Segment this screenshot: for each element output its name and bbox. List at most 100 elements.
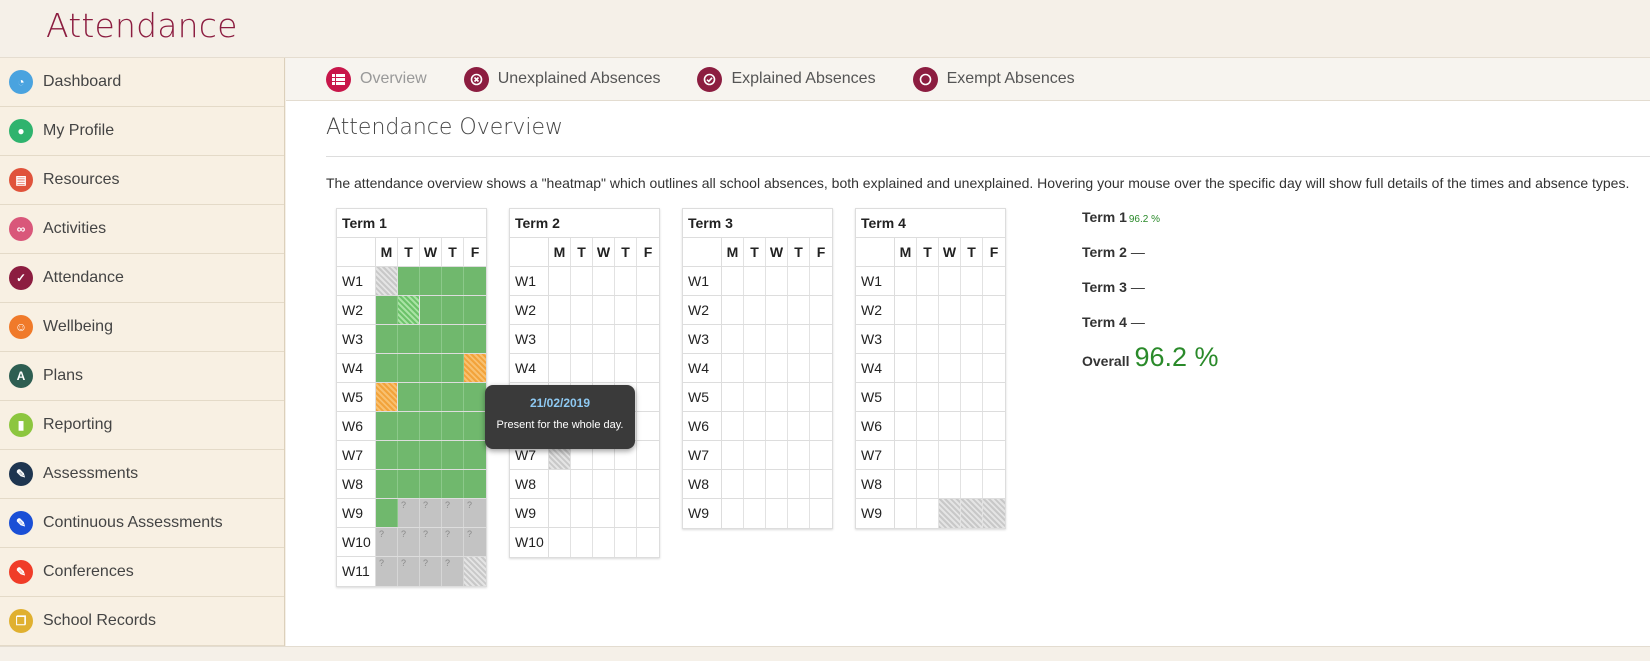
- hatched-cell[interactable]: [961, 499, 983, 528]
- present-cell[interactable]: [420, 383, 442, 411]
- present-cell[interactable]: [442, 296, 464, 324]
- present-cell[interactable]: [398, 354, 420, 382]
- present-cell[interactable]: [464, 441, 486, 469]
- partial-present-cell[interactable]: [398, 296, 420, 324]
- sidebar-item-dashboard[interactable]: ◔ Dashboard: [0, 58, 284, 107]
- present-cell[interactable]: [420, 267, 442, 295]
- present-cell[interactable]: [464, 296, 486, 324]
- present-cell[interactable]: [420, 412, 442, 440]
- week-label: W4: [856, 354, 895, 382]
- sidebar-item-reporting[interactable]: ▮ Reporting: [0, 401, 284, 450]
- day-header: T: [615, 238, 637, 266]
- tab-explained-absences[interactable]: Explained Absences: [697, 66, 876, 92]
- day-header: M: [722, 238, 744, 266]
- empty-cell: [593, 325, 615, 353]
- list-icon: [326, 66, 351, 92]
- empty-cell: [961, 470, 983, 498]
- week-label: W1: [510, 267, 549, 295]
- present-cell[interactable]: [420, 441, 442, 469]
- present-cell[interactable]: [420, 354, 442, 382]
- week-row: W2: [683, 296, 832, 325]
- present-cell[interactable]: [376, 470, 398, 498]
- week-label: W3: [856, 325, 895, 353]
- week-row: W6: [337, 412, 486, 441]
- present-cell[interactable]: [442, 325, 464, 353]
- present-cell[interactable]: [376, 296, 398, 324]
- empty-cell: [895, 412, 917, 440]
- sidebar-item-resources[interactable]: ▤ Resources: [0, 156, 284, 205]
- day-header: F: [470, 244, 480, 260]
- empty-cell: [788, 296, 810, 324]
- week-label: W6: [856, 412, 895, 440]
- empty-cell: [766, 470, 788, 498]
- sidebar-item-continuous-assessments[interactable]: ✎ Continuous Assessments: [0, 499, 284, 548]
- present-cell[interactable]: [376, 412, 398, 440]
- present-cell[interactable]: [464, 383, 486, 411]
- empty-cell: [917, 383, 939, 411]
- sidebar-item-attendance[interactable]: ✓ Attendance: [0, 254, 284, 303]
- page-description: The attendance overview shows a "heatmap…: [326, 175, 1630, 191]
- hatched-cell[interactable]: [464, 557, 486, 586]
- present-cell[interactable]: [376, 441, 398, 469]
- unknown-cell[interactable]: [464, 520, 486, 556]
- present-cell[interactable]: [398, 412, 420, 440]
- sidebar-item-conferences[interactable]: ✎ Conferences: [0, 548, 284, 597]
- present-cell[interactable]: [420, 325, 442, 353]
- unknown-cell[interactable]: [376, 549, 398, 586]
- unknown-cell[interactable]: [420, 549, 442, 586]
- check-circle-icon: [697, 66, 723, 92]
- sidebar-item-plans[interactable]: A Plans: [0, 352, 284, 401]
- present-cell[interactable]: [464, 412, 486, 440]
- pencil-icon: ✎: [9, 560, 33, 584]
- partial-absence-cell[interactable]: [464, 354, 486, 382]
- bicycle-icon: ∞: [9, 217, 33, 241]
- present-cell[interactable]: [376, 354, 398, 382]
- tab-overview[interactable]: Overview: [326, 66, 427, 92]
- present-cell[interactable]: [442, 412, 464, 440]
- present-cell[interactable]: [420, 296, 442, 324]
- present-cell[interactable]: [376, 325, 398, 353]
- week-label: W1: [683, 267, 722, 295]
- unknown-cell[interactable]: [442, 549, 464, 586]
- sidebar-item-my-profile[interactable]: ● My Profile: [0, 107, 284, 156]
- present-cell[interactable]: [398, 325, 420, 353]
- summary-term-value: —: [1130, 244, 1145, 260]
- week-label: W9: [337, 499, 376, 527]
- empty-cell: [810, 470, 832, 498]
- sidebar-item-school-records[interactable]: ❐ School Records: [0, 597, 284, 646]
- week-label: W6: [337, 412, 376, 440]
- empty-cell: [637, 470, 659, 498]
- empty-cell: [961, 383, 983, 411]
- hatched-cell[interactable]: [983, 499, 1005, 528]
- present-cell[interactable]: [442, 383, 464, 411]
- week-label: W3: [683, 325, 722, 353]
- tooltip-date: 21/02/2019: [529, 396, 591, 410]
- pencil-icon: ✎: [9, 462, 33, 486]
- week-row: W6: [856, 412, 1005, 441]
- present-cell[interactable]: [464, 267, 486, 295]
- day-header: F: [816, 244, 826, 260]
- empty-cell: [571, 354, 593, 382]
- empty-cell: [637, 528, 659, 557]
- sidebar-item-activities[interactable]: ∞ Activities: [0, 205, 284, 254]
- hatched-cell[interactable]: [376, 267, 398, 295]
- dashboard-icon: ◔: [9, 70, 33, 94]
- present-cell[interactable]: [442, 441, 464, 469]
- sidebar-item-assessments[interactable]: ✎ Assessments: [0, 450, 284, 499]
- empty-cell: [917, 354, 939, 382]
- present-cell[interactable]: [442, 267, 464, 295]
- present-cell[interactable]: [398, 267, 420, 295]
- empty-cell: [895, 499, 917, 528]
- present-cell[interactable]: [442, 354, 464, 382]
- present-cell[interactable]: [398, 383, 420, 411]
- present-cell[interactable]: [464, 325, 486, 353]
- hatched-cell[interactable]: [939, 499, 961, 528]
- term-table-3: Term 3 M T W T F W1 W2 W3 W4 W5 W6 W7 W8 W9: [682, 208, 833, 529]
- present-cell[interactable]: [398, 441, 420, 469]
- empty-cell: [722, 441, 744, 469]
- tab-exempt-absences[interactable]: Exempt Absences: [912, 66, 1075, 92]
- sidebar-item-wellbeing[interactable]: ☺ Wellbeing: [0, 303, 284, 352]
- unknown-cell[interactable]: [398, 549, 420, 586]
- partial-absence-cell[interactable]: [376, 383, 398, 411]
- tab-unexplained-absences[interactable]: Unexplained Absences: [463, 66, 660, 92]
